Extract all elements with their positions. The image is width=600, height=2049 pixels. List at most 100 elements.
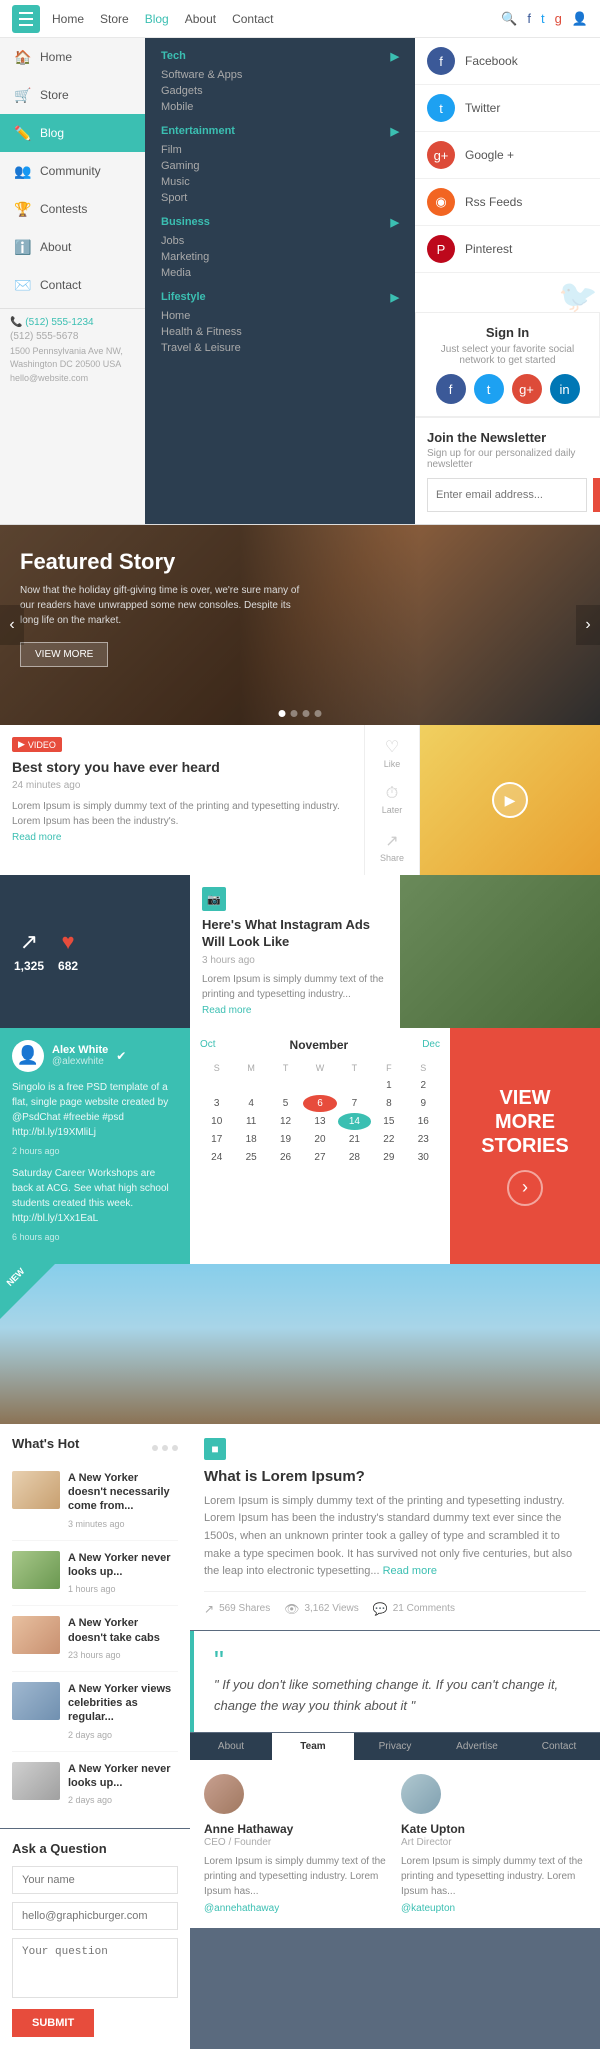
cal-day[interactable]: 10 xyxy=(200,1113,233,1130)
cal-day[interactable]: 3 xyxy=(200,1095,233,1112)
menu-contact[interactable]: ✉️ Contact xyxy=(0,266,145,304)
cal-day[interactable]: 26 xyxy=(269,1149,302,1166)
dot-4[interactable] xyxy=(315,710,322,717)
cal-day[interactable]: 20 xyxy=(303,1131,336,1148)
social-pinterest[interactable]: P Pinterest xyxy=(415,226,600,273)
cal-day[interactable]: 25 xyxy=(234,1149,267,1166)
cal-day[interactable]: 21 xyxy=(338,1131,371,1148)
featured-prev-arrow[interactable]: ‹ xyxy=(0,605,24,645)
cal-day[interactable]: 28 xyxy=(338,1149,371,1166)
featured-view-more-btn[interactable]: VIEW MORE xyxy=(20,642,108,667)
ask-question-input[interactable] xyxy=(12,1938,178,1998)
cat-item[interactable]: Travel & Leisure xyxy=(161,340,399,356)
member-handle-1[interactable]: @annehathaway xyxy=(204,1903,389,1914)
menu-about[interactable]: ℹ️ About xyxy=(0,228,145,266)
later-action[interactable]: ⏱ Later xyxy=(382,785,403,815)
menu-blog[interactable]: ✏️ Blog xyxy=(0,114,145,152)
cal-day[interactable]: 17 xyxy=(200,1131,233,1148)
tab-about[interactable]: About xyxy=(190,1733,272,1760)
member-handle-2[interactable]: @kateupton xyxy=(401,1903,586,1914)
tab-team[interactable]: Team xyxy=(272,1733,354,1760)
tab-advertise[interactable]: Advertise xyxy=(436,1733,518,1760)
hot-item[interactable]: A New Yorker never looks up... 2 days ag… xyxy=(12,1762,178,1817)
cal-day[interactable]: 8 xyxy=(372,1095,405,1112)
signin-twitter[interactable]: t xyxy=(474,374,504,404)
cal-day[interactable]: 24 xyxy=(200,1149,233,1166)
dot-2[interactable] xyxy=(291,710,298,717)
cal-day[interactable]: 1 xyxy=(372,1077,405,1094)
cat-item[interactable]: Software & Apps xyxy=(161,67,399,83)
tab-privacy[interactable]: Privacy xyxy=(354,1733,436,1760)
cat-item[interactable]: Music xyxy=(161,174,399,190)
cat-item[interactable]: Health & Fitness xyxy=(161,324,399,340)
cal-day[interactable]: 30 xyxy=(407,1149,440,1166)
hot-item[interactable]: A New Yorker doesn't necessarily come fr… xyxy=(12,1471,178,1541)
story-read-more[interactable]: Read more xyxy=(12,832,61,843)
cal-day[interactable]: 18 xyxy=(234,1131,267,1148)
newsletter-email-input[interactable] xyxy=(427,478,587,512)
social-twitter[interactable]: t Twitter xyxy=(415,85,600,132)
cal-day[interactable]: 13 xyxy=(303,1113,336,1130)
dot-3[interactable] xyxy=(303,710,310,717)
social-facebook[interactable]: f Facebook xyxy=(415,38,600,85)
cat-item[interactable]: Gadgets xyxy=(161,83,399,99)
cal-day[interactable]: 7 xyxy=(338,1095,371,1112)
social-rss[interactable]: ◉ Rss Feeds xyxy=(415,179,600,226)
view-more-arrow-btn[interactable]: › xyxy=(507,1170,543,1206)
cal-day-highlighted[interactable]: 6 xyxy=(303,1095,336,1112)
user-icon[interactable]: 👤 xyxy=(572,11,588,27)
ask-name-input[interactable] xyxy=(12,1866,178,1894)
featured-next-arrow[interactable]: › xyxy=(576,605,600,645)
ask-email-input[interactable] xyxy=(12,1902,178,1930)
hot-dot-3[interactable] xyxy=(172,1445,178,1451)
ask-submit-button[interactable]: SUBMIT xyxy=(12,2009,94,2037)
search-icon[interactable]: 🔍 xyxy=(501,11,517,27)
signin-google[interactable]: g+ xyxy=(512,374,542,404)
play-button[interactable]: ▶ xyxy=(492,782,528,818)
cat-item[interactable]: Mobile xyxy=(161,99,399,115)
newsletter-signup-button[interactable]: SIGN UP xyxy=(593,478,600,512)
cal-day[interactable]: 4 xyxy=(234,1095,267,1112)
hot-item[interactable]: A New Yorker views celebrities as regula… xyxy=(12,1682,178,1752)
dot-1[interactable] xyxy=(279,710,286,717)
hamburger-menu[interactable] xyxy=(12,5,40,33)
nav-store[interactable]: Store xyxy=(100,12,129,26)
hot-dot-1[interactable] xyxy=(152,1445,158,1451)
nav-about[interactable]: About xyxy=(185,12,216,26)
next-month[interactable]: Dec xyxy=(422,1039,440,1050)
menu-contests[interactable]: 🏆 Contests xyxy=(0,190,145,228)
cat-item[interactable]: Home xyxy=(161,308,399,324)
menu-community[interactable]: 👥 Community xyxy=(0,152,145,190)
cal-day[interactable]: 27 xyxy=(303,1149,336,1166)
cat-item[interactable]: Sport xyxy=(161,190,399,206)
nav-blog[interactable]: Blog xyxy=(145,12,169,26)
facebook-icon[interactable]: f xyxy=(527,11,531,26)
tab-contact[interactable]: Contact xyxy=(518,1733,600,1760)
google-icon[interactable]: g xyxy=(555,11,562,26)
cal-day[interactable]: 5 xyxy=(269,1095,302,1112)
hot-item[interactable]: A New Yorker doesn't take cabs 23 hours … xyxy=(12,1616,178,1672)
cal-day[interactable]: 16 xyxy=(407,1113,440,1130)
cat-item[interactable]: Jobs xyxy=(161,233,399,249)
signin-facebook[interactable]: f xyxy=(436,374,466,404)
cal-day[interactable]: 23 xyxy=(407,1131,440,1148)
like-action[interactable]: ♡ Like xyxy=(384,737,401,769)
cal-day[interactable]: 11 xyxy=(234,1113,267,1130)
insta-read-more[interactable]: Read more xyxy=(202,1005,251,1016)
cat-item[interactable]: Media xyxy=(161,265,399,281)
prev-month[interactable]: Oct xyxy=(200,1039,216,1050)
cal-day[interactable]: 19 xyxy=(269,1131,302,1148)
cal-day-today[interactable]: 14 xyxy=(338,1113,371,1130)
menu-store[interactable]: 🛒 Store xyxy=(0,76,145,114)
nav-home[interactable]: Home xyxy=(52,12,84,26)
cat-item[interactable]: Marketing xyxy=(161,249,399,265)
share-action[interactable]: ↗ Share xyxy=(380,831,404,863)
cal-day[interactable]: 12 xyxy=(269,1113,302,1130)
cat-item[interactable]: Gaming xyxy=(161,158,399,174)
signin-linkedin[interactable]: in xyxy=(550,374,580,404)
twitter-icon[interactable]: t xyxy=(541,11,545,26)
cal-day[interactable]: 22 xyxy=(372,1131,405,1148)
article-read-more[interactable]: Read more xyxy=(383,1565,437,1577)
menu-home[interactable]: 🏠 Home xyxy=(0,38,145,76)
cal-day[interactable]: 15 xyxy=(372,1113,405,1130)
